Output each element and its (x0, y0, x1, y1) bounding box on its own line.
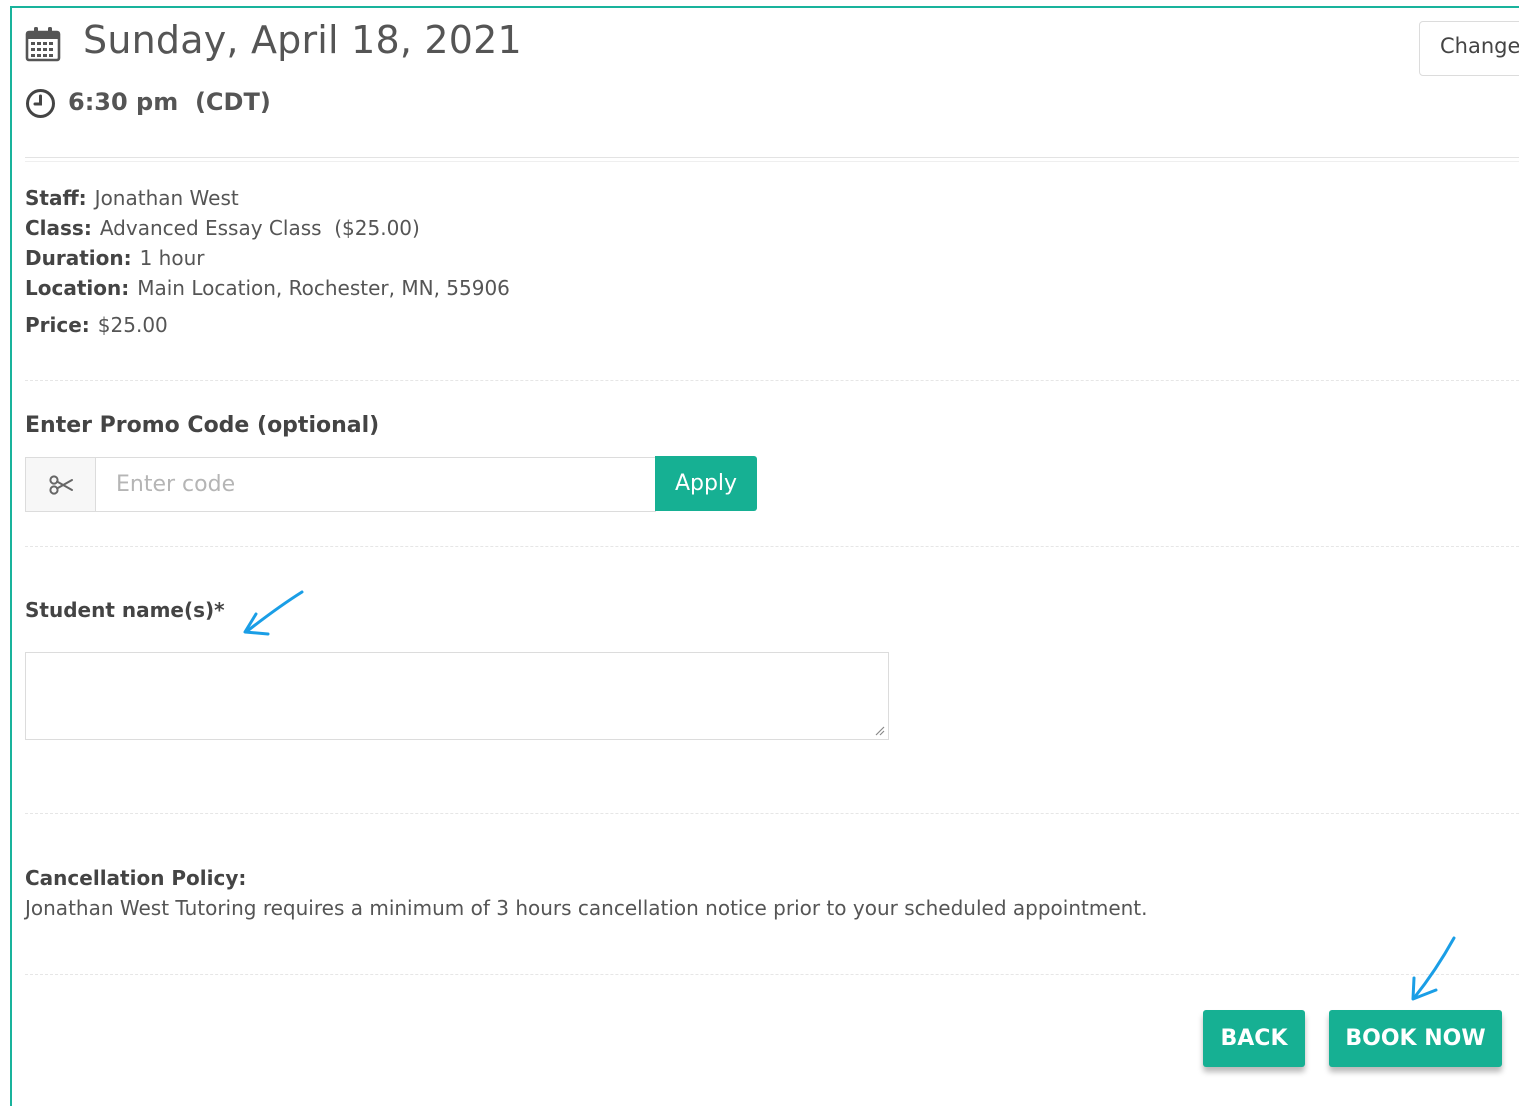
price-label: Price: (25, 313, 90, 337)
appointment-time: 6:30 pm (CDT) (68, 88, 271, 116)
cancellation-policy-text: Jonathan West Tutoring requires a minimu… (25, 896, 1148, 920)
location-value: Main Location, Rochester, MN, 55906 (137, 276, 510, 300)
book-now-button[interactable]: BOOK NOW (1329, 1010, 1502, 1067)
price-row: Price: $25.00 (25, 313, 168, 337)
apply-button[interactable]: Apply (655, 456, 757, 511)
location-label: Location: (25, 276, 130, 300)
section-divider (25, 380, 1519, 381)
location-row: Location: Main Location, Rochester, MN, 5… (25, 276, 510, 300)
class-row: Class: Advanced Essay Class ($25.00) (25, 216, 420, 240)
booking-panel-frame (10, 6, 1519, 1106)
promo-code-label: Enter Promo Code (optional) (25, 413, 380, 438)
section-divider (25, 813, 1519, 814)
price-value: $25.00 (97, 313, 168, 337)
header-divider (25, 157, 1519, 162)
staff-row: Staff: Jonathan West (25, 186, 239, 210)
staff-label: Staff: (25, 186, 87, 210)
duration-label: Duration: (25, 246, 132, 270)
section-divider (25, 974, 1519, 975)
class-value: Advanced Essay Class ($25.00) (99, 216, 420, 240)
scissors-icon (48, 474, 73, 495)
student-names-field[interactable] (25, 652, 889, 740)
section-divider (25, 546, 1519, 547)
cancellation-policy-title: Cancellation Policy: (25, 866, 247, 890)
duration-value: 1 hour (139, 246, 205, 270)
promo-code-input[interactable] (96, 457, 656, 512)
staff-value: Jonathan West (94, 186, 239, 210)
resize-handle-icon[interactable] (873, 724, 885, 736)
appointment-date: Sunday, April 18, 2021 (83, 18, 522, 62)
calendar-icon (25, 27, 61, 62)
clock-icon (26, 89, 55, 118)
student-names-label: Student name(s)* (25, 598, 225, 622)
promo-icon-addon (25, 457, 96, 512)
change-button[interactable]: Change (1419, 21, 1519, 76)
arrow-icon (243, 590, 304, 636)
class-label: Class: (25, 216, 92, 240)
arrow-icon (1411, 936, 1456, 1001)
duration-row: Duration: 1 hour (25, 246, 205, 270)
back-button[interactable]: BACK (1203, 1010, 1305, 1067)
